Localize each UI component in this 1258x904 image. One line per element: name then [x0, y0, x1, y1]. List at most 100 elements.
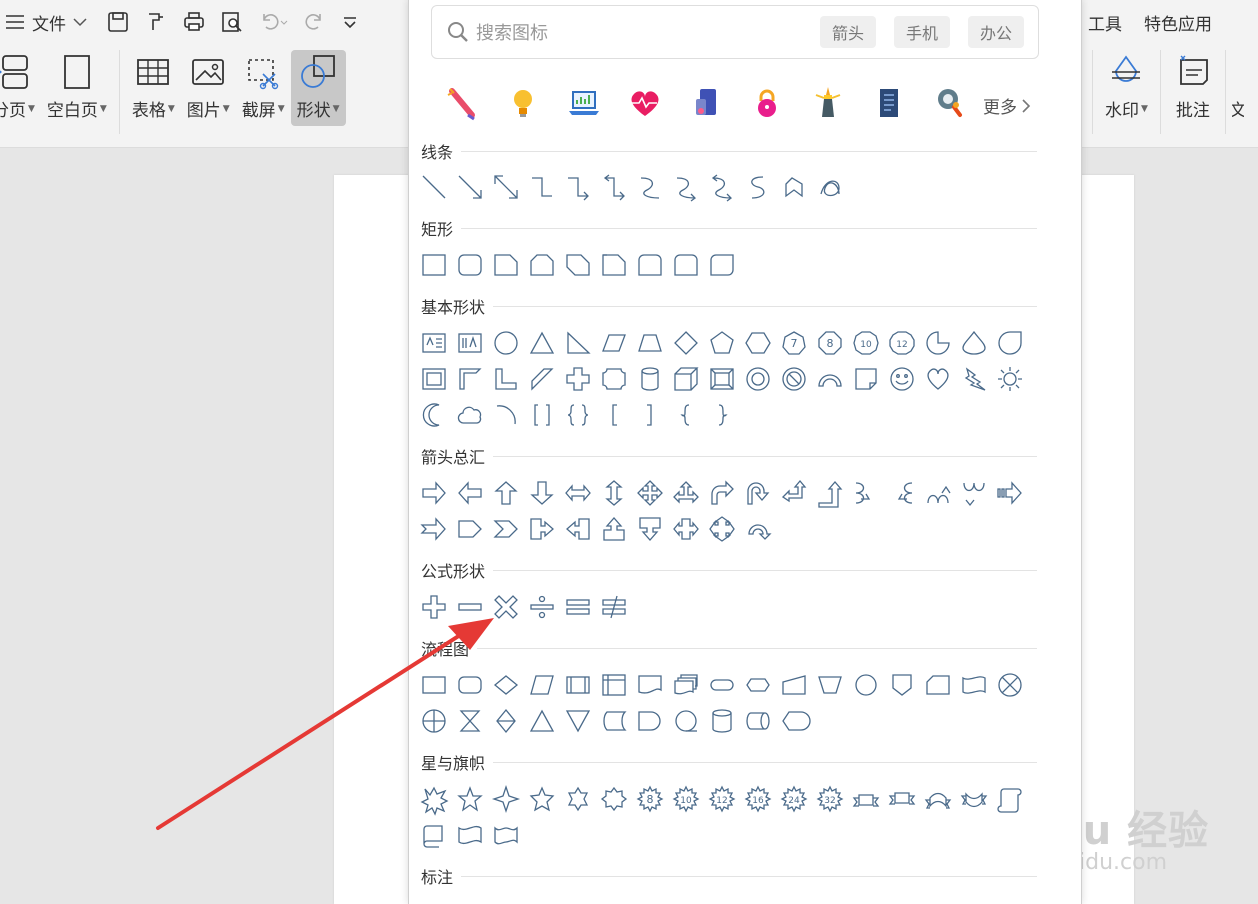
- comment-button[interactable]: 批注: [1167, 50, 1219, 126]
- basic-shape-plaque[interactable]: [600, 365, 628, 393]
- firework-icon[interactable]: [444, 85, 480, 121]
- basic-shape-heart[interactable]: [924, 365, 952, 393]
- print-icon[interactable]: [182, 10, 206, 34]
- flowchart-shape-fTerm[interactable]: [708, 671, 736, 699]
- line-shape-scribble[interactable]: [816, 173, 844, 201]
- star-shape[interactable]: 12: [708, 785, 736, 813]
- basic-shape-lbrace[interactable]: [672, 401, 700, 429]
- line-shape-line[interactable]: [420, 173, 448, 201]
- flowchart-shape-fCard[interactable]: [924, 671, 952, 699]
- formula-shape-plus[interactable]: [420, 593, 448, 621]
- star-shape[interactable]: 16: [744, 785, 772, 813]
- basic-shape-rbracket[interactable]: [636, 401, 664, 429]
- redo-icon[interactable]: [302, 10, 326, 34]
- star-shape-ribbonCU[interactable]: [924, 785, 952, 813]
- save-icon[interactable]: [106, 10, 130, 34]
- line-shape-curveDbl[interactable]: [708, 173, 736, 202]
- flowchart-shape-fDelay[interactable]: [636, 707, 664, 735]
- arrow-shape-aLRU[interactable]: [672, 479, 700, 507]
- arrow-shape-aCurvU[interactable]: [924, 479, 952, 507]
- star-shape[interactable]: 24: [780, 785, 808, 813]
- watermark-button[interactable]: 水印 ▼: [1099, 50, 1154, 126]
- rect-shape-snipD[interactable]: [564, 251, 592, 279]
- basic-shape-rtri[interactable]: [564, 329, 592, 357]
- icon-search-box[interactable]: 搜索图标 箭头 手机 办公: [431, 5, 1039, 59]
- basic-shape-diamond[interactable]: [672, 329, 700, 357]
- phone-book-icon[interactable]: [688, 85, 724, 121]
- star-shape-wave[interactable]: [456, 821, 484, 849]
- document-icon[interactable]: [871, 85, 907, 121]
- rect-shape-rrect[interactable]: [456, 251, 484, 279]
- basic-shape-trap[interactable]: [636, 329, 664, 357]
- rect-shape-rsnip[interactable]: [600, 251, 628, 279]
- basic-shape-bolt[interactable]: [960, 365, 988, 393]
- flowchart-shape-fAlt[interactable]: [456, 671, 484, 699]
- flowchart-shape-fDec[interactable]: [492, 671, 520, 699]
- arrow-shape-aQuad[interactable]: [636, 479, 664, 507]
- rect-shape-rdiag[interactable]: [708, 251, 736, 279]
- basic-shape-diagstripe[interactable]: [528, 365, 556, 393]
- line-shape-arrowLine[interactable]: [456, 173, 484, 201]
- star-shape-explo1[interactable]: [420, 785, 449, 816]
- line-shape-curveArrow[interactable]: [672, 173, 700, 202]
- flowchart-shape-fTape[interactable]: [960, 671, 988, 699]
- flowchart-shape-fColl[interactable]: [456, 707, 484, 735]
- basic-shape-rbrace[interactable]: [708, 401, 736, 429]
- search-tag-arrow[interactable]: 箭头: [819, 16, 876, 48]
- star-shape-star5[interactable]: [456, 785, 484, 813]
- basic-shape-frame[interactable]: [420, 365, 448, 393]
- flowchart-shape-fMulti[interactable]: [672, 671, 700, 699]
- flowchart-shape-fData[interactable]: [528, 671, 556, 699]
- lock-icon[interactable]: [749, 85, 785, 121]
- rect-shape-rtop[interactable]: [672, 251, 700, 279]
- basic-shape-sun[interactable]: [996, 365, 1024, 393]
- flowchart-shape-fSum[interactable]: [996, 671, 1024, 699]
- flowchart-shape-fConn[interactable]: [852, 671, 880, 699]
- basic-shape-arc[interactable]: [816, 365, 844, 393]
- line-shape-dblArrow[interactable]: [492, 173, 520, 201]
- flowchart-shape-fSeq[interactable]: [672, 707, 700, 735]
- basic-shape[interactable]: 7: [780, 329, 808, 357]
- formula-shape-noteq[interactable]: [600, 593, 628, 621]
- basic-shape-lbracket[interactable]: [600, 401, 628, 429]
- basic-shape-hexa[interactable]: [744, 329, 772, 357]
- star-shape-star6[interactable]: [564, 785, 592, 813]
- basic-shape-halfframe[interactable]: [456, 365, 484, 393]
- basic-shape-cube[interactable]: [672, 365, 700, 393]
- flowchart-shape-fMerge[interactable]: [564, 707, 592, 735]
- basic-shape-can[interactable]: [636, 365, 664, 393]
- basic-shape-cloud[interactable]: [456, 401, 484, 429]
- flowchart-shape-fOr[interactable]: [420, 707, 448, 735]
- arrow-shape-aR[interactable]: [420, 479, 448, 507]
- basic-shape-vtext[interactable]: [456, 329, 484, 357]
- line-shape-scurve[interactable]: [744, 173, 772, 201]
- basic-shape-tear[interactable]: [960, 329, 988, 357]
- arrow-shape-cU[interactable]: [600, 515, 628, 543]
- arrow-shape-cLR[interactable]: [672, 515, 700, 543]
- star-shape-ribbonU[interactable]: [852, 785, 880, 813]
- star-shape-scrollV[interactable]: [996, 785, 1024, 813]
- arrow-shape-aNotch[interactable]: [420, 515, 448, 543]
- arrow-shape-aBentUp[interactable]: [816, 479, 844, 508]
- rect-shape-rect[interactable]: [420, 251, 448, 279]
- star-shape-dwave[interactable]: [492, 821, 520, 849]
- flowchart-shape-fDisplay[interactable]: [780, 707, 811, 735]
- arrow-shape-cL[interactable]: [564, 515, 592, 543]
- star-shape-star4[interactable]: [491, 784, 521, 814]
- flowchart-shape-fStored[interactable]: [600, 707, 628, 735]
- format-painter-icon[interactable]: [144, 10, 168, 34]
- arrow-shape-pentArrow[interactable]: [456, 515, 484, 543]
- basic-shape[interactable]: 10: [852, 329, 880, 357]
- arrow-shape-aBent[interactable]: [708, 479, 736, 507]
- basic-shape-chord[interactable]: [996, 329, 1024, 357]
- flowchart-shape-fManOp[interactable]: [816, 671, 844, 699]
- star-shape-scrollH[interactable]: [420, 821, 448, 849]
- page-break-button[interactable]: 分页 ▼: [0, 50, 41, 126]
- search-input[interactable]: 搜索图标: [476, 19, 820, 45]
- basic-shape-donut[interactable]: [744, 365, 772, 393]
- basic-shape[interactable]: 8: [816, 329, 844, 357]
- tab-special-apps[interactable]: 特色应用: [1144, 10, 1212, 35]
- blank-page-button[interactable]: 空白页 ▼: [41, 50, 113, 126]
- basic-shape-bevel[interactable]: [708, 365, 736, 393]
- lighthouse-icon[interactable]: [810, 85, 846, 121]
